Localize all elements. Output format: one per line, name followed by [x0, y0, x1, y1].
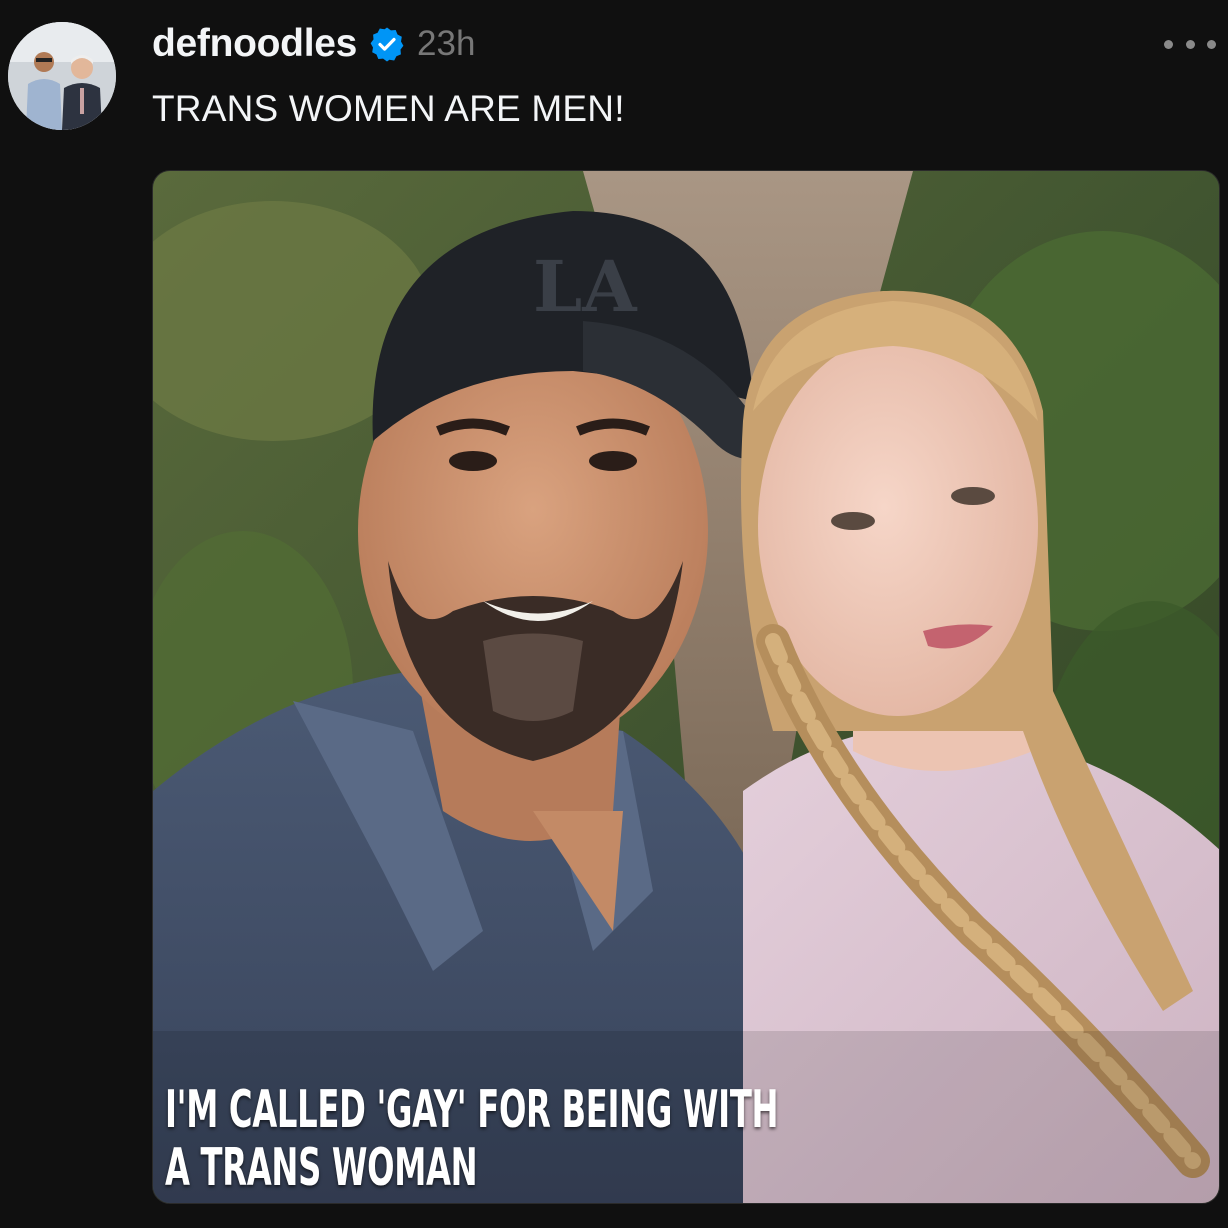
- image-overlay-caption: I'M CALLED 'GAY' FOR BEING WITH A TRANS …: [165, 1080, 779, 1198]
- more-options-icon[interactable]: [1164, 30, 1216, 58]
- post-image[interactable]: LA I'M CALLED 'GAY' FOR BEING WITH A TRA…: [152, 170, 1220, 1204]
- post-caption: TRANS WOMEN ARE MEN!: [152, 88, 625, 129]
- dot: [1185, 39, 1195, 49]
- verified-badge-icon: [369, 26, 405, 62]
- thread-post: defnoodles 23h TRANS WOMEN ARE MEN! LA I…: [0, 0, 1228, 1228]
- selfie-photo: LA: [153, 171, 1219, 1203]
- avatar-photo: [8, 22, 116, 130]
- post-timestamp: 23h: [417, 24, 476, 63]
- avatar[interactable]: [8, 22, 116, 130]
- overlay-line-2: A TRANS WOMAN: [165, 1138, 478, 1198]
- dot: [1207, 39, 1216, 49]
- dot: [1164, 39, 1173, 49]
- overlay-line-1: I'M CALLED 'GAY' FOR BEING WITH: [165, 1080, 779, 1140]
- username[interactable]: defnoodles: [152, 22, 357, 66]
- post-header: defnoodles 23h: [152, 20, 475, 68]
- cap-logo-text: LA: [533, 245, 638, 328]
